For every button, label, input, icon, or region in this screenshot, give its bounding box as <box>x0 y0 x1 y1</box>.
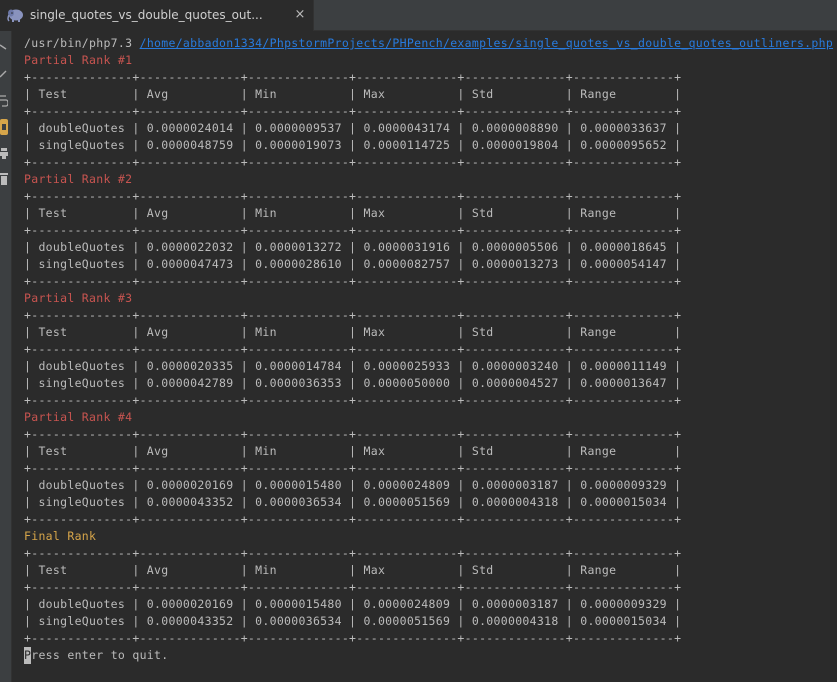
table-separator: +--------------+--------------+---------… <box>24 461 682 475</box>
section-title: Partial Rank #1 <box>24 53 133 67</box>
table-row: | doubleQuotes | 0.0000024014 | 0.000000… <box>24 121 682 135</box>
table-row: | doubleQuotes | 0.0000020335 | 0.000001… <box>24 359 682 373</box>
rank-sections: Partial Rank #1 +--------------+---------… <box>24 52 834 647</box>
rerun-icon[interactable] <box>0 41 8 57</box>
table-header-row: | Test | Avg | Min | Max | Std | Range | <box>24 563 682 577</box>
table-row: | singleQuotes | 0.0000048759 | 0.000001… <box>24 138 682 152</box>
soft-wrap-icon[interactable] <box>0 67 8 83</box>
table-separator: +--------------+--------------+---------… <box>24 274 682 288</box>
table-separator: +--------------+--------------+---------… <box>24 70 682 84</box>
table-header-row: | Test | Avg | Min | Max | Std | Range | <box>24 444 682 458</box>
highlight-icon[interactable] <box>0 119 8 135</box>
trash-icon[interactable] <box>0 171 8 187</box>
table-row: | doubleQuotes | 0.0000022032 | 0.000001… <box>24 240 682 254</box>
table-row: | doubleQuotes | 0.0000020169 | 0.000001… <box>24 597 682 611</box>
table-separator: +--------------+--------------+---------… <box>24 580 682 594</box>
table-row: | singleQuotes | 0.0000043352 | 0.000003… <box>24 614 682 628</box>
table-separator: +--------------+--------------+---------… <box>24 155 682 169</box>
quit-prompt-text: ress enter to quit. <box>31 648 169 662</box>
table-separator: +--------------+--------------+---------… <box>24 189 682 203</box>
console-toolbar <box>0 31 12 682</box>
table-separator: +--------------+--------------+---------… <box>24 546 682 560</box>
table-header-row: | Test | Avg | Min | Max | Std | Range | <box>24 325 682 339</box>
table-separator: +--------------+--------------+---------… <box>24 631 682 645</box>
table-row: | singleQuotes | 0.0000043352 | 0.000003… <box>24 495 682 509</box>
table-header-row: | Test | Avg | Min | Max | Std | Range | <box>24 87 682 101</box>
section-title: Final Rank <box>24 529 97 543</box>
table-separator: +--------------+--------------+---------… <box>24 308 682 322</box>
run-console-output[interactable]: /usr/bin/php7.3 /home/abbadon1334/Phpsto… <box>24 35 834 675</box>
section-title: Partial Rank #4 <box>24 410 133 424</box>
table-row: | singleQuotes | 0.0000047473 | 0.000002… <box>24 257 682 271</box>
php-binary: /usr/bin/php7.3 <box>24 36 133 50</box>
command-line: /usr/bin/php7.3 /home/abbadon1334/Phpsto… <box>24 35 834 52</box>
script-path-link[interactable]: /home/abbadon1334/PhpstormProjects/PHPen… <box>140 36 833 50</box>
quit-prompt: Press enter to quit. <box>24 647 834 664</box>
table-separator: +--------------+--------------+---------… <box>24 393 682 407</box>
table-separator: +--------------+--------------+---------… <box>24 342 682 356</box>
table-row: | singleQuotes | 0.0000042789 | 0.000003… <box>24 376 682 390</box>
print-icon[interactable] <box>0 145 8 161</box>
table-separator: +--------------+--------------+---------… <box>24 104 682 118</box>
table-separator: +--------------+--------------+---------… <box>24 512 682 526</box>
section-title: Partial Rank #2 <box>24 172 133 186</box>
table-row: | doubleQuotes | 0.0000020169 | 0.000001… <box>24 478 682 492</box>
close-icon[interactable]: × <box>293 6 307 24</box>
tab-title: single_quotes_vs_double_quotes_out... <box>30 8 263 22</box>
scroll-to-end-icon[interactable] <box>0 93 8 109</box>
tab-run-output[interactable]: single_quotes_vs_double_quotes_out... × <box>0 0 314 31</box>
editor-tab-bar: single_quotes_vs_double_quotes_out... × <box>0 0 837 31</box>
table-header-row: | Test | Avg | Min | Max | Std | Range | <box>24 206 682 220</box>
section-title: Partial Rank #3 <box>24 291 133 305</box>
php-elephant-icon <box>6 7 26 23</box>
table-separator: +--------------+--------------+---------… <box>24 427 682 441</box>
table-separator: +--------------+--------------+---------… <box>24 223 682 237</box>
